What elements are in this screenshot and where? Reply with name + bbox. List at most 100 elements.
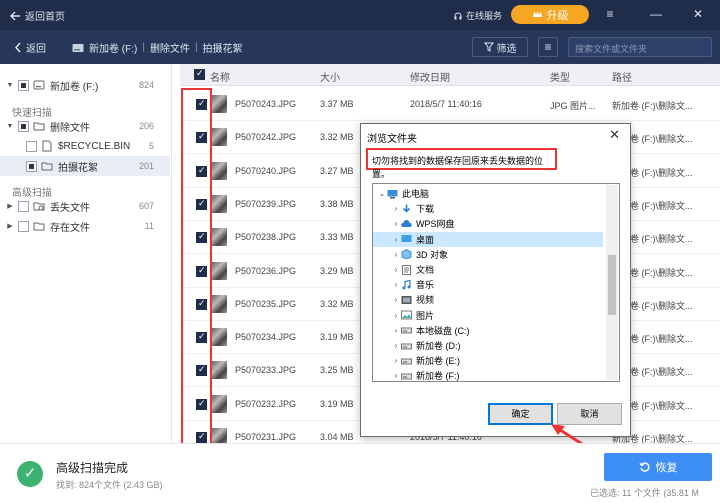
file-name: P5070231.JPG [235,432,297,442]
recover-button[interactable]: 恢复 [604,453,712,481]
checkbox[interactable] [26,160,37,172]
home-button[interactable]: 返回首页 [10,8,65,23]
toolbar: 返回 新加卷 (F:) | 删除文件 | 拍摄花絮 筛选 ≡ 搜索文件或文件夹 [0,30,720,64]
chevron-right-icon[interactable]: › [391,250,401,259]
column-header-name[interactable]: 名称 [210,69,230,84]
recover-label: 恢复 [655,462,678,474]
folder-tree-item[interactable]: › 图片 [373,308,603,323]
chevron-right-icon[interactable]: › [391,280,401,289]
sidebar-item-root[interactable]: ▼ 新加卷 (F:) 824 [0,75,170,95]
document-icon [402,264,411,275]
file-name: P5070243.JPG [235,99,297,109]
folder-tree-item[interactable]: › 桌面 [373,231,603,247]
chevron-right-icon[interactable]: › [391,311,401,320]
file-name: P5070232.JPG [235,398,297,409]
close-window-icon[interactable]: ✕ [690,6,706,22]
column-header-type[interactable]: 类型 [550,69,570,84]
chevron-right-icon[interactable]: › [391,371,401,380]
folder-tree-item[interactable]: › 3D 对象 [373,247,603,262]
chevron-right-icon[interactable]: › [391,295,401,304]
expand-arrow-icon[interactable]: ▼ [6,123,14,130]
drive-icon [401,373,412,380]
chevron-right-icon[interactable]: › [391,265,401,274]
expand-arrow-icon[interactable]: ▼ [6,82,14,89]
column-header-path[interactable]: 路径 [612,69,632,84]
folder-icon [33,122,45,131]
list-menu-icon: ≡ [544,40,552,54]
expand-arrow-icon[interactable]: ▶ [6,202,14,210]
column-header-size[interactable]: 大小 [320,69,340,84]
chevron-right-icon[interactable]: › [391,356,401,365]
file-name: P5070236.JPG [235,265,297,276]
dialog-close-icon[interactable]: ✕ [609,127,620,143]
cloud-icon [401,219,412,227]
headset-icon [454,12,462,19]
filter-button[interactable]: 筛选 [472,37,528,57]
sidebar-item-shoot[interactable]: 拍摄花絮 201 [0,156,170,176]
back-button[interactable]: 返回 [14,40,46,55]
view-menu-button[interactable]: ≡ [538,37,558,57]
folder-tree-item[interactable]: › 新加卷 (D:) [373,338,603,353]
breadcrumb-item[interactable]: 拍摄花絮 [203,40,243,55]
table-row[interactable]: P5070243.JPG 3.37 MB 2018/5/7 11:40:16 JPG … [180,88,720,121]
image-thumbnail [210,161,227,180]
image-thumbnail [210,328,227,347]
folder-tree-scrollbar[interactable] [606,185,618,380]
dialog-title: 浏览文件夹 [367,134,417,145]
online-service-button[interactable]: 在线服务 [453,9,502,22]
folder-tree-item[interactable]: › 下载 [373,201,603,216]
expand-arrow-icon[interactable]: ▶ [6,222,14,230]
breadcrumb-item[interactable]: 新加卷 (F:) [89,40,137,55]
sidebar-item-existing[interactable]: ▶ 存在文件 11 [0,216,170,236]
chevron-right-icon[interactable]: › [391,204,401,213]
drive-icon [401,343,412,349]
folder-tree-item[interactable]: ⌄ 此电脑 [373,186,603,201]
file-size: 3.19 MB [320,398,354,409]
column-header-date[interactable]: 修改日期 [410,69,450,84]
checkbox[interactable] [18,120,29,132]
drive-icon [33,80,45,90]
file-name: P5070234.JPG [235,332,297,343]
minimize-icon[interactable]: — [648,6,664,22]
folder-tree-label: 新加卷 (D:) [416,341,461,351]
chevron-right-icon[interactable]: › [391,326,401,335]
sidebar-item-recycle[interactable]: $RECYCLE.BIN 5 [0,136,170,156]
file-size: 3.29 MB [320,265,354,276]
folder-tree-label: 桌面 [416,234,435,245]
chevron-right-icon[interactable]: › [391,219,401,228]
folder-tree-item[interactable]: › 本地磁盘 (C:) [373,323,603,338]
checkbox[interactable] [18,200,29,212]
sidebar-item-lost[interactable]: ▶ 丢失文件 607 [0,196,170,216]
folder-tree-item[interactable]: › 音乐 [373,277,603,292]
file-size: 3.32 MB [320,132,354,143]
folder-tree-item[interactable]: › 文档 [373,262,603,277]
window-menu-icon[interactable]: ≡ [602,6,618,22]
upgrade-button[interactable]: 升级 [511,5,589,24]
folder-tree-item[interactable]: › 视频 [373,292,603,307]
chevron-right-icon[interactable]: › [391,341,401,350]
chevron-right-icon[interactable]: › [391,235,401,244]
breadcrumb-item[interactable]: 删除文件 [150,40,190,55]
folder-tree-item[interactable]: › 新加卷 (E:) [373,353,603,368]
file-name: P5070233.JPG [235,365,297,376]
back-home-icon [10,11,20,20]
drive-icon [72,43,84,52]
checkbox[interactable] [26,140,37,152]
checkbox[interactable] [18,220,29,232]
ok-button[interactable]: 确定 [488,403,553,425]
chevron-down-icon[interactable]: ⌄ [377,189,387,198]
folder-tree-label: 图片 [416,310,435,321]
search-input[interactable]: 搜索文件或文件夹 [568,37,712,57]
scrollbar-thumb[interactable] [608,255,616,315]
sidebar-item-deleted[interactable]: ▼ 删除文件 206 [0,116,170,136]
select-all-checkbox[interactable] [194,68,205,80]
image-thumbnail [210,394,227,413]
file-size: 3.19 MB [320,332,354,343]
folder-tree-item[interactable]: › 新加卷 (F:) [373,368,603,381]
file-name: P5070240.JPG [235,165,297,176]
folder-tree-item[interactable]: › WPS网盘 [373,216,603,231]
checkbox[interactable] [18,79,29,91]
item-count: 5 [148,141,154,151]
file-size: 3.37 MB [320,99,354,109]
item-count: 824 [138,80,154,90]
